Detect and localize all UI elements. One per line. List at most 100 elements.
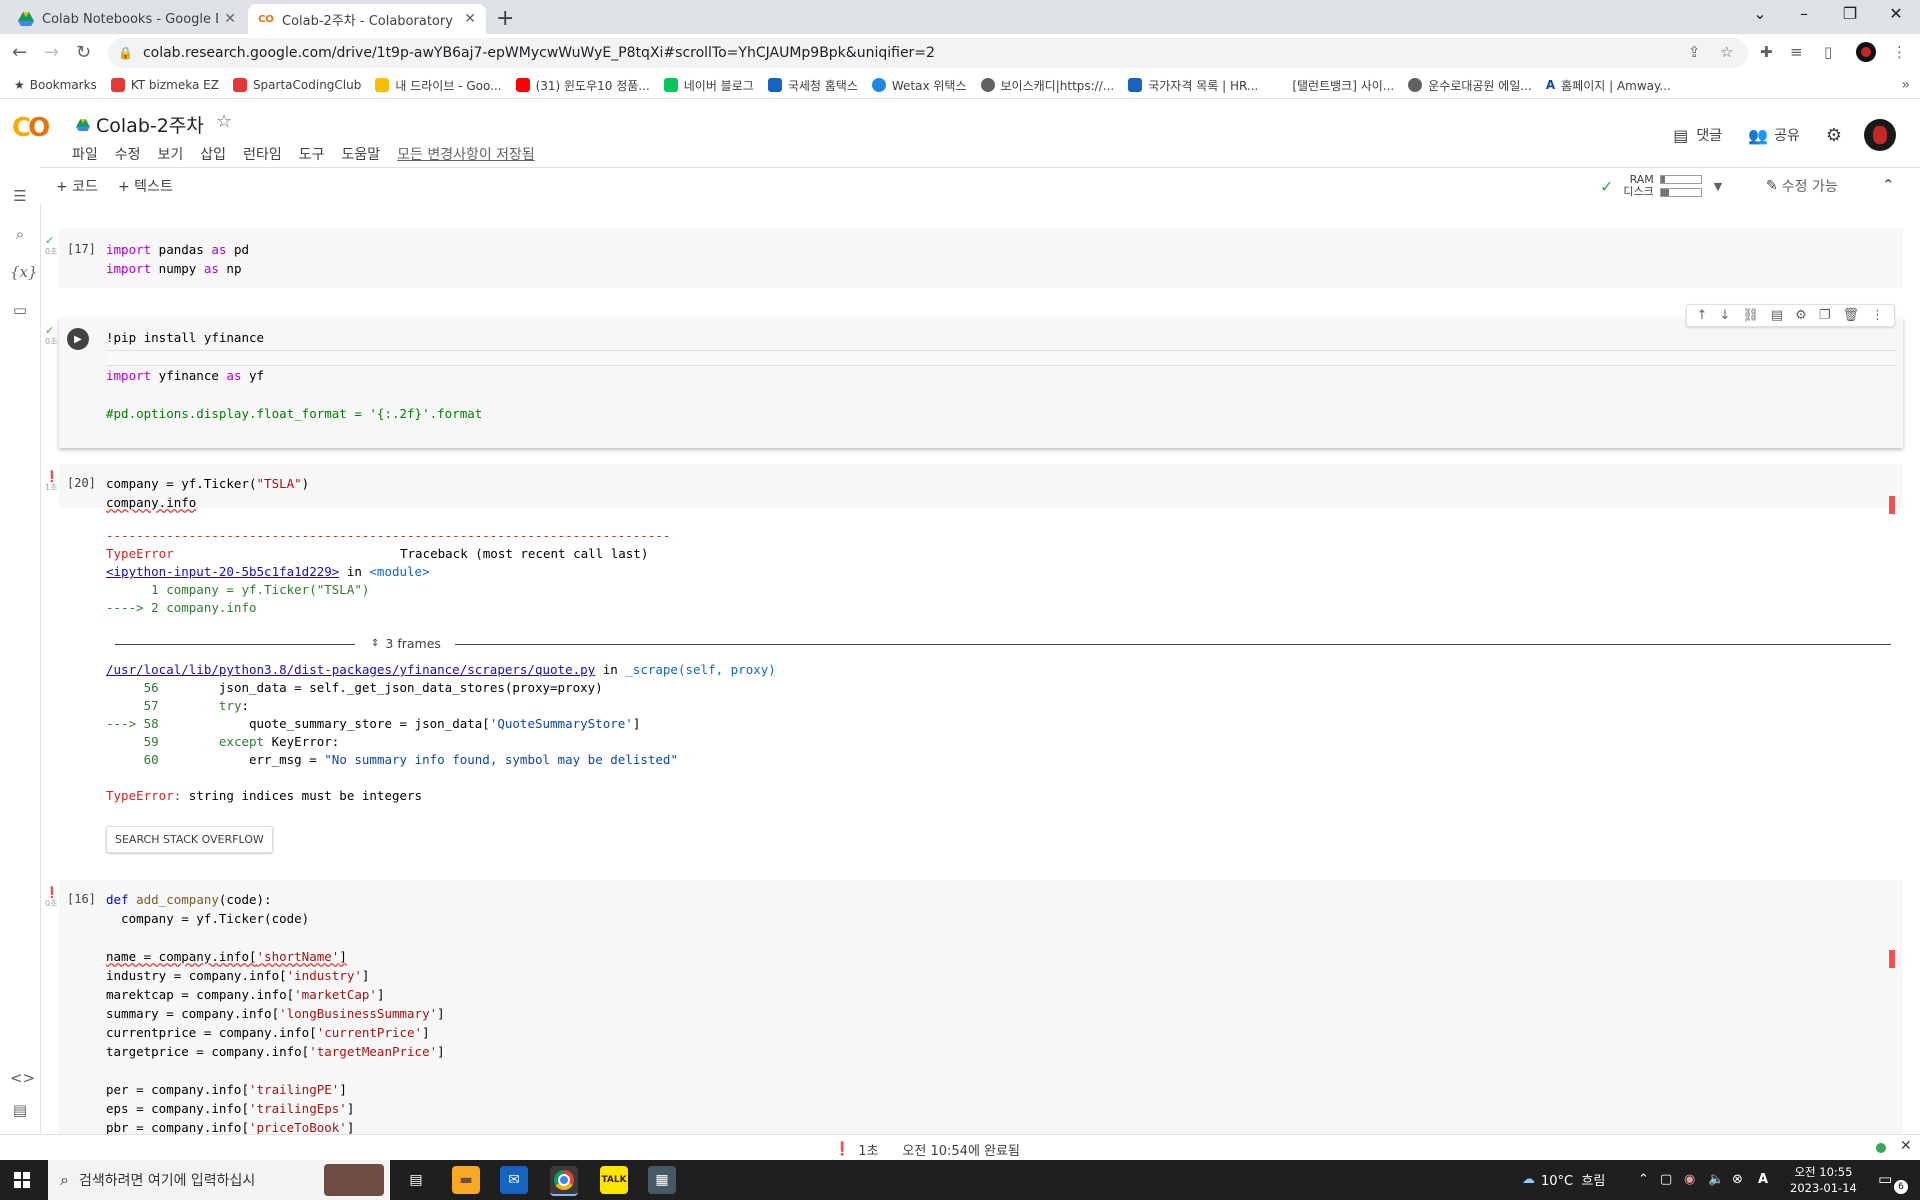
code-cell[interactable]: ❗ 1초 [20] company = yf.Ticker("TSLA") co… — [45, 464, 1903, 514]
profile-avatar[interactable] — [1856, 42, 1876, 62]
menu-runtime[interactable]: 런타임 — [243, 144, 282, 164]
kakaotalk-icon[interactable]: TALK — [600, 1166, 628, 1194]
terminal-icon[interactable]: ▤ — [10, 1101, 30, 1119]
move-down-icon[interactable]: ↓ — [1719, 308, 1730, 323]
add-text-button[interactable]: + 텍스트 — [118, 176, 173, 196]
link-icon[interactable]: ⛓ — [1742, 308, 1759, 323]
share-button[interactable]: 공유 — [1774, 125, 1800, 145]
share-page-icon[interactable]: ⇪ — [1688, 43, 1701, 61]
comment-icon[interactable]: ▤ — [1771, 308, 1783, 323]
menu-help[interactable]: 도움말 — [341, 144, 380, 164]
new-tab-button[interactable]: + — [496, 6, 514, 31]
folder-icon[interactable]: ▭ — [10, 301, 30, 319]
delete-icon[interactable]: 🗑 — [1842, 308, 1859, 323]
windows-start-icon[interactable] — [14, 1172, 30, 1188]
network-icon[interactable]: ◉ — [1684, 1172, 1695, 1187]
menu-file[interactable]: 파일 — [72, 144, 98, 164]
back-icon[interactable]: ← — [12, 42, 27, 63]
device-icon[interactable]: ▢ — [1660, 1172, 1672, 1187]
table-of-contents-icon[interactable]: ☰ — [10, 187, 30, 205]
extensions-icon[interactable]: ✚ — [1760, 43, 1773, 61]
execution-status[interactable]: ❗ 1초 오전 10:54에 완료됨 — [834, 1140, 1020, 1159]
no-connection-icon[interactable]: ⊗ — [1732, 1172, 1743, 1187]
code-cell[interactable]: ❗ 0초 [16] def add_company(code): company… — [45, 880, 1903, 1149]
show-hidden-icons-icon[interactable]: ⌃ — [1638, 1172, 1649, 1187]
saved-status[interactable]: 모든 변경사항이 저장됨 — [397, 144, 535, 164]
bookmark-item[interactable]: 보이스캐디|https://... — [980, 77, 1114, 94]
settings-gear-icon[interactable]: ⚙ — [1826, 125, 1842, 146]
close-window-button[interactable]: ✕ — [1876, 4, 1916, 23]
chevron-down-icon[interactable]: ▼ — [1714, 180, 1722, 193]
calculator-icon[interactable]: ▦ — [648, 1166, 676, 1194]
bookmark-item[interactable]: 국가자격 목록 | HR... — [1128, 77, 1258, 94]
colab-logo[interactable]: CO — [12, 113, 50, 143]
comment-button[interactable]: 댓글 — [1696, 125, 1722, 145]
star-icon[interactable]: ☆ — [216, 111, 232, 132]
file-explorer-icon[interactable]: ▬ — [452, 1166, 480, 1194]
collapse-header-icon[interactable]: ⌃ — [1882, 176, 1895, 194]
input-link[interactable]: <ipython-input-20-5b5c1fa1d229> — [106, 564, 339, 579]
user-avatar[interactable] — [1864, 119, 1896, 151]
side-panel-icon[interactable]: ▯ — [1824, 43, 1832, 61]
bookmark-item[interactable]: [탤런트뱅크] 사이... — [1272, 77, 1394, 94]
move-up-icon[interactable]: ↑ — [1697, 308, 1708, 323]
bookmark-star-icon[interactable]: ☆ — [1720, 43, 1733, 61]
mirror-cell-icon[interactable]: ❐ — [1819, 308, 1831, 323]
notebook-title[interactable]: Colab-2주차 — [76, 111, 204, 138]
reload-icon[interactable]: ↻ — [76, 42, 91, 63]
bookmark-item[interactable]: (31) 윈도우10 정품... — [515, 77, 650, 94]
code-cell[interactable]: ✓ 0초 [17] import pandas as pd import num… — [45, 228, 1903, 288]
tab-search-icon[interactable]: ⌄ — [1740, 4, 1780, 23]
code-snippets-icon[interactable]: <> — [10, 1069, 35, 1087]
clock[interactable]: 오전 10:55 2023-01-14 — [1790, 1164, 1857, 1196]
minimize-button[interactable]: – — [1784, 4, 1824, 23]
close-tab-icon[interactable]: ✕ — [224, 11, 236, 27]
code-cell-focused[interactable]: ✓ 0초 ▶ !pip install yfinance import yfin… — [45, 304, 1903, 448]
frames-toggle[interactable]: ⇕ 3 frames — [371, 636, 441, 651]
close-icon[interactable]: ✕ — [1900, 1138, 1912, 1154]
hometax-icon — [767, 78, 782, 92]
task-view-icon[interactable]: ▤ — [402, 1166, 430, 1194]
menu-edit[interactable]: 수정 — [115, 144, 141, 164]
search-stack-overflow-button[interactable]: SEARCH STACK OVERFLOW — [106, 826, 273, 853]
close-tab-icon[interactable]: ✕ — [464, 11, 476, 27]
run-cell-button[interactable]: ▶ — [67, 328, 89, 350]
restore-button[interactable]: ❐ — [1830, 4, 1870, 23]
media-control-icon[interactable]: ≡ — [1790, 43, 1803, 61]
weather-widget[interactable]: ☁ 10°C 흐림 — [1522, 1170, 1605, 1189]
bookmark-item[interactable]: Wetax 위택스 — [871, 77, 967, 94]
bookmark-item[interactable]: 운수로대공원 에일... — [1408, 77, 1532, 94]
taskbar-search-box[interactable]: ⌕ 검색하려면 여기에 입력하십시 — [48, 1160, 390, 1200]
address-bar[interactable]: 🔒 colab.research.google.com/drive/1t9p-a… — [108, 38, 1748, 68]
mail-icon[interactable]: ✉ — [500, 1166, 528, 1194]
bookmark-item[interactable]: ★ Bookmarks — [14, 78, 97, 92]
bookmark-item[interactable]: 국세청 홈택스 — [767, 77, 858, 94]
bookmark-item[interactable]: 내 드라이브 - Goo... — [375, 77, 502, 94]
browser-menu-icon[interactable]: ⋮ — [1892, 43, 1907, 61]
menu-view[interactable]: 보기 — [158, 144, 184, 164]
tab-colab-2[interactable]: CO Colab-2주차 - Colaboratory ✕ — [248, 4, 486, 34]
forward-icon[interactable]: → — [44, 42, 59, 63]
bookmark-item[interactable]: KT bizmeka EZ — [110, 78, 219, 92]
browser-tab-bar: Colab Notebooks - Google Drive ✕ CO Cola… — [0, 0, 1920, 34]
tab-colab-notebooks[interactable]: Colab Notebooks - Google Drive ✕ — [8, 4, 246, 34]
variables-icon[interactable]: {x} — [10, 263, 38, 281]
ime-indicator[interactable]: A — [1758, 1172, 1768, 1187]
notification-icon[interactable]: ▭ — [1878, 1170, 1892, 1188]
menu-tools[interactable]: 도구 — [299, 144, 325, 164]
add-code-button[interactable]: + 코드 — [56, 176, 98, 196]
quote-file-link[interactable]: /usr/local/lib/python3.8/dist-packages/y… — [106, 662, 595, 677]
bookmark-item[interactable]: 네이버 블로그 — [663, 77, 754, 94]
chrome-icon[interactable] — [550, 1166, 578, 1196]
resources-indicator[interactable]: ✓ RAM 디스크 ▼ — [1600, 174, 1722, 198]
search-icon[interactable]: ⌕ — [10, 225, 30, 243]
volume-icon[interactable]: 🔈 — [1708, 1172, 1724, 1187]
bookmark-item[interactable]: SpartaCodingClub — [232, 78, 361, 92]
more-options-icon[interactable]: ⋮ — [1871, 308, 1884, 323]
weather-text: 10°C 흐림 — [1541, 1174, 1606, 1189]
more-bookmarks-icon[interactable]: » — [1901, 77, 1910, 93]
settings-gear-icon[interactable]: ⚙ — [1795, 308, 1807, 323]
edit-mode-button[interactable]: ✎ 수정 가능 — [1766, 176, 1838, 196]
bookmark-item[interactable]: A 홈페이지 | Amway... — [1546, 77, 1671, 94]
menu-insert[interactable]: 삽입 — [200, 144, 226, 164]
